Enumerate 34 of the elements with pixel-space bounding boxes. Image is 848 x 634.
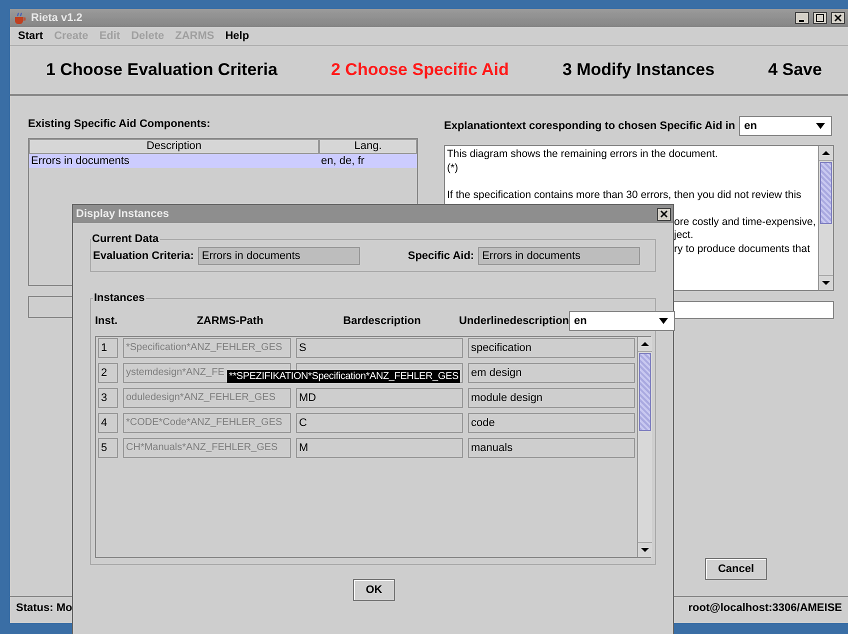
field-label: Specific Aid: — [408, 250, 474, 262]
field-label: Evaluation Criteria: — [93, 250, 194, 262]
step-label: 1 Choose Evaluation Criteria — [46, 60, 278, 80]
instance-number: 5 — [98, 438, 118, 458]
instance-number: 1 — [98, 338, 118, 358]
group-title: Current Data — [91, 233, 160, 245]
tooltip: **SPEZIFIKATION*Specification*ANZ_FEHLER_GES — [227, 370, 460, 383]
text-line: ject. — [674, 229, 694, 242]
text-line: (*) — [447, 162, 458, 175]
dialog-title: Display Instances — [76, 208, 169, 220]
text-line: This diagram shows the remaining errors in the document. — [447, 148, 718, 162]
group-title: Instances — [93, 292, 146, 304]
evaluation-criteria-field: Errors in documents — [198, 247, 360, 265]
table-cell-text: Errors in documents — [30, 154, 130, 168]
explanation-label: Explanationtext coresponding to chosen Specific Aid in — [444, 120, 736, 132]
step-label: 3 Modify Instances — [562, 60, 715, 80]
section-title: Existing Specific Aid Components: — [28, 118, 212, 130]
column-header: Inst. — [95, 315, 119, 327]
step-label: 4 Save — [768, 60, 822, 80]
text-line: ry to produce documents that — [674, 242, 810, 256]
table-cell-text: en, de, fr — [320, 154, 366, 168]
specific-aid-field: Errors in documents — [478, 247, 640, 265]
text-line: If the specification contains more than 30 errors, then you did not review this — [447, 188, 802, 202]
instance-number: 4 — [98, 413, 118, 433]
connection-text: root@localhost:3306/AMEISE — [688, 602, 842, 614]
instance-number: 3 — [98, 388, 118, 408]
column-header: Underlinedescription — [459, 315, 569, 327]
column-header: ZARMS-Path — [196, 315, 264, 327]
status-text: Status: Mo — [16, 602, 72, 614]
step-label: 2 Choose Specific Aid — [330, 60, 509, 80]
instance-number: 2 — [98, 363, 118, 383]
window-title: Rieta v1.2 — [31, 12, 84, 24]
column-header: Bardescription — [342, 315, 422, 327]
text-line: ore costly and time-expensive, — [674, 216, 816, 229]
